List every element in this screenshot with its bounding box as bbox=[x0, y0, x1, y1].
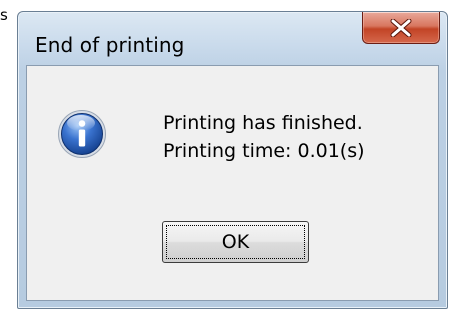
partial-background-text: s bbox=[0, 6, 8, 24]
message-text: Printing has finished. Printing time: 0.… bbox=[163, 109, 365, 165]
dialog-body: Printing has finished. Printing time: 0.… bbox=[26, 65, 439, 301]
close-icon bbox=[390, 18, 412, 37]
ok-button-label: OK bbox=[166, 225, 305, 259]
dialog-title: End of printing bbox=[35, 33, 185, 57]
message-line-time: Printing time: 0.01(s) bbox=[163, 140, 365, 162]
ok-button[interactable]: OK bbox=[162, 221, 309, 263]
close-button[interactable] bbox=[362, 12, 440, 44]
info-icon bbox=[58, 110, 106, 158]
message-line-finished: Printing has finished. bbox=[163, 112, 363, 134]
dialog-window: End of printing Printing has finished. P… bbox=[17, 11, 448, 309]
